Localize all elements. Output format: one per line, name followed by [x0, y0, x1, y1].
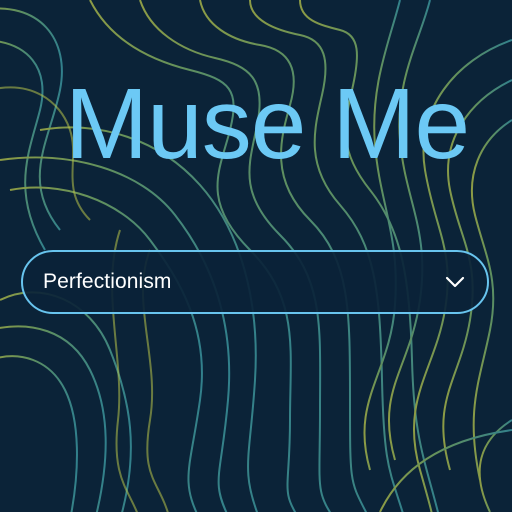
app-title: Muse Me: [64, 68, 470, 180]
topic-select-value: Perfectionism: [43, 270, 172, 293]
topic-select[interactable]: Perfectionism: [21, 250, 489, 314]
chevron-down-icon: [445, 276, 465, 288]
app-screen: Muse Me Perfectionism: [0, 0, 512, 512]
